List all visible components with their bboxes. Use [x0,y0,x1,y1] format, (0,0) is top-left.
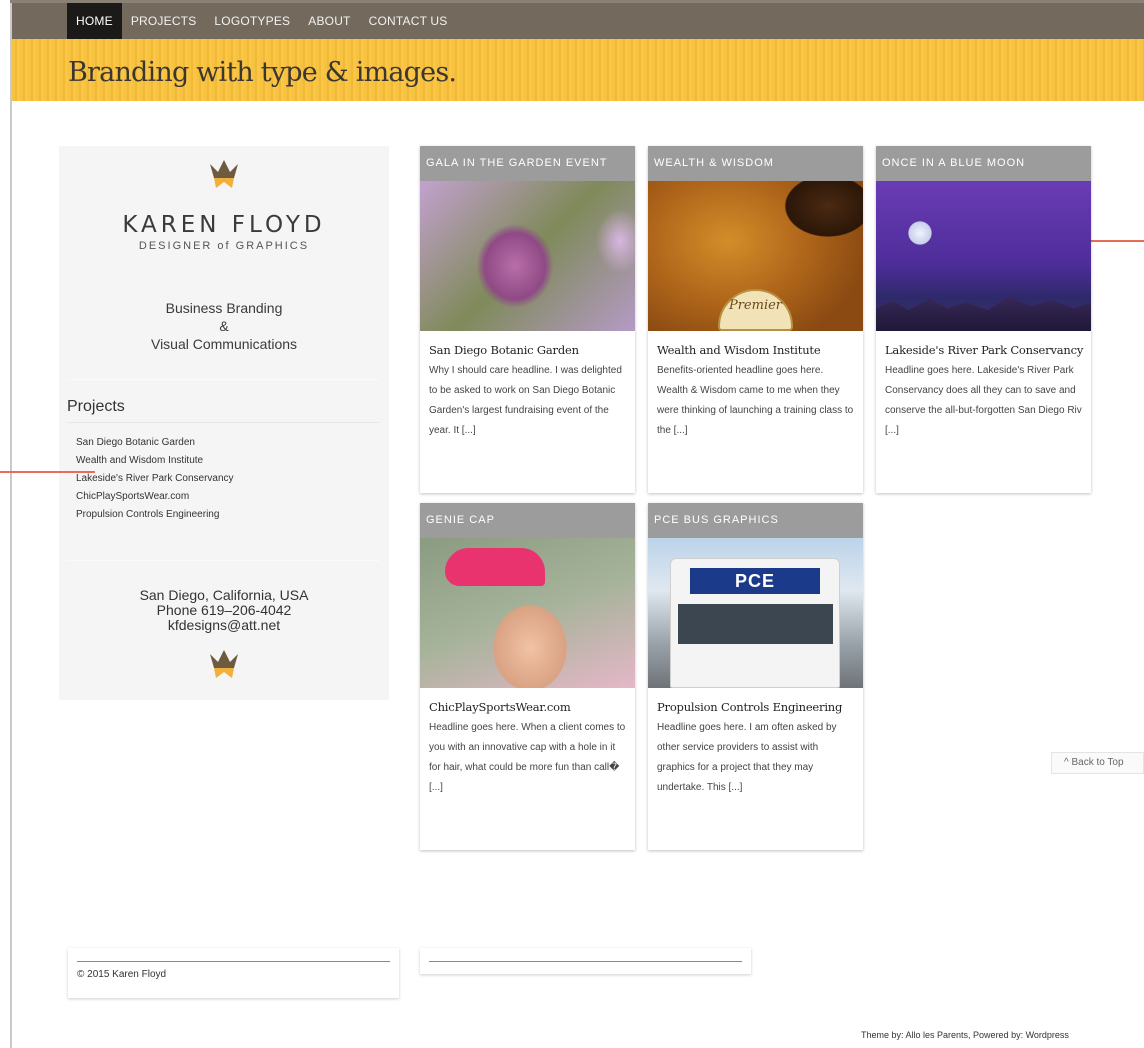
copyright: © 2015 Karen Floyd [77,969,167,980]
divider [429,961,742,962]
card-title[interactable]: Propulsion Controls Engineering [648,688,863,714]
nav-about[interactable]: ABOUT [299,3,359,39]
marker-line-left [0,471,95,473]
tree-silhouette [876,296,1091,331]
marker-line-right [1086,240,1144,242]
nav-contact[interactable]: CONTACT US [360,3,457,39]
brand-tagline: DESIGNER of GRAPHICS [138,240,310,252]
sidebar: KAREN FLOYD DESIGNER of GRAPHICS Busines… [59,146,389,700]
nav-projects[interactable]: PROJECTS [122,3,206,39]
contact-phone: Phone 619–206-4042 [156,602,292,618]
project-link-botanic[interactable]: San Diego Botanic Garden [76,434,234,452]
pink-cap [445,548,545,586]
card-excerpt: Headline goes here. I am often asked by … [657,722,837,793]
nav-home[interactable]: HOME [67,3,122,39]
divider [77,961,390,962]
site-title[interactable]: Branding with type & images. [68,57,457,88]
divider [66,560,380,561]
project-card[interactable]: GENIE CAP ChicPlaySportsWear.com Headlin… [420,503,635,850]
card-title[interactable]: Wealth and Wisdom Institute [648,331,863,357]
card-category[interactable]: PCE BUS GRAPHICS [648,503,863,538]
crown-logo-small-icon [210,650,238,678]
card-category[interactable]: GENIE CAP [420,503,635,538]
top-nav: HOME PROJECTS LOGOTYPES ABOUT CONTACT US [12,3,1144,39]
project-card[interactable]: WEALTH & WISDOM Premier Wealth and Wisdo… [648,146,863,493]
premier-badge: Premier [718,289,793,331]
divider [67,422,379,423]
brand-name: KAREN FLOYD [122,212,326,238]
back-to-top-button[interactable]: ^ Back to Top [1051,752,1144,774]
divider [66,379,380,380]
nav-logotypes[interactable]: LOGOTYPES [205,3,299,39]
projects-list: San Diego Botanic Garden Wealth and Wisd… [76,434,234,524]
projects-heading: Projects [67,398,125,415]
project-card[interactable]: PCE BUS GRAPHICS PCE Propulsion Controls… [648,503,863,850]
services-line: Business Branding [165,300,283,316]
contact-info: San Diego, California, USA Phone 619–206… [59,588,389,633]
card-image-thistle[interactable] [420,181,635,331]
header-banner: Branding with type & images. [12,39,1144,101]
card-excerpt: Headline goes here. When a client comes … [429,722,626,793]
card-title[interactable]: ChicPlaySportsWear.com [420,688,635,714]
crown-logo-icon[interactable] [206,156,242,192]
card-excerpt: Why I should care headline. I was deligh… [429,365,622,436]
card-excerpt: Benefits-oriented headline goes here. We… [657,365,854,436]
project-card[interactable]: GALA IN THE GARDEN EVENT San Diego Botan… [420,146,635,493]
card-category[interactable]: ONCE IN A BLUE MOON [876,146,1091,181]
footer-widget-left: © 2015 Karen Floyd [68,948,399,998]
card-image-bus[interactable]: PCE [648,538,863,688]
theme-credit[interactable]: Theme by: Allo les Parents, Powered by: … [861,1030,1069,1040]
bus-windshield [678,604,833,644]
card-image-cap[interactable] [420,538,635,688]
contact-email[interactable]: kfdesigns@att.net [59,618,389,633]
services-line: & [219,318,229,334]
card-image-moon[interactable] [876,181,1091,331]
contact-location: San Diego, California, USA [139,587,309,603]
page-frame-left [10,0,12,1048]
card-excerpt: Headline goes here. Lakeside's River Par… [885,365,1082,436]
card-title[interactable]: San Diego Botanic Garden [420,331,635,357]
services-line: Visual Communications [150,336,298,352]
services-text: Business Branding & Visual Communication… [59,299,389,353]
project-link-lakeside[interactable]: Lakeside's River Park Conservancy [76,470,234,488]
card-category[interactable]: GALA IN THE GARDEN EVENT [420,146,635,181]
project-card[interactable]: ONCE IN A BLUE MOON Lakeside's River Par… [876,146,1091,493]
nav-menu: HOME PROJECTS LOGOTYPES ABOUT CONTACT US [67,3,457,39]
card-image-wealth[interactable]: Premier [648,181,863,331]
project-link-wealth[interactable]: Wealth and Wisdom Institute [76,452,234,470]
footer-widget-middle [420,948,751,974]
card-title[interactable]: Lakeside's River Park Conservancy [876,331,1091,357]
bus-sign: PCE [690,568,820,594]
project-link-chicplay[interactable]: ChicPlaySportsWear.com [76,488,234,506]
project-link-propulsion[interactable]: Propulsion Controls Engineering [76,506,234,524]
card-category[interactable]: WEALTH & WISDOM [648,146,863,181]
